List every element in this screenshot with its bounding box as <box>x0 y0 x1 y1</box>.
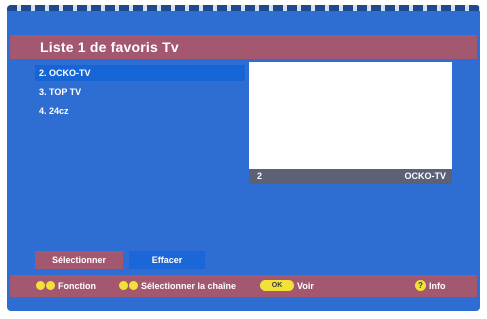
top-decoration <box>7 5 480 11</box>
hint-select-channel: Sélectionner la chaîne <box>119 275 236 297</box>
preview-channel-number: 2 <box>257 171 263 181</box>
down-arrow-icon <box>119 281 128 291</box>
list-item[interactable]: 4. 24cz <box>35 103 245 119</box>
hint-view-label: Voir <box>297 281 314 291</box>
preview-info-bar: 2 OCKO-TV <box>249 169 452 184</box>
help-icon: ? <box>415 280 426 292</box>
hint-info: ? Info <box>415 275 446 297</box>
list-item[interactable]: 3. TOP TV <box>35 84 245 100</box>
hint-function-label: Fonction <box>58 281 96 291</box>
up-arrow-icon <box>129 281 138 291</box>
hint-select-channel-label: Sélectionner la chaîne <box>141 281 237 291</box>
preview-window <box>249 62 452 184</box>
channel-list: 2. OCKO-TV 3. TOP TV 4. 24cz <box>35 65 245 122</box>
page-title: Liste 1 de favoris Tv <box>10 35 477 59</box>
hint-bar: Fonction Sélectionner la chaîne OK Voir ?… <box>10 275 477 297</box>
hint-info-label: Info <box>429 281 446 291</box>
hint-view: OK Voir <box>260 275 314 297</box>
preview-channel-name: OCKO-TV <box>404 171 447 181</box>
select-button[interactable]: Sélectionner <box>35 251 123 269</box>
right-arrow-icon <box>46 281 55 291</box>
list-item[interactable]: 2. OCKO-TV <box>35 65 245 81</box>
left-arrow-icon <box>36 281 45 291</box>
delete-button[interactable]: Effacer <box>129 251 205 269</box>
ok-button-icon: OK <box>260 280 294 292</box>
tv-screen: Liste 1 de favoris Tv 2. OCKO-TV 3. TOP … <box>7 5 480 311</box>
hint-function: Fonction <box>36 275 96 297</box>
